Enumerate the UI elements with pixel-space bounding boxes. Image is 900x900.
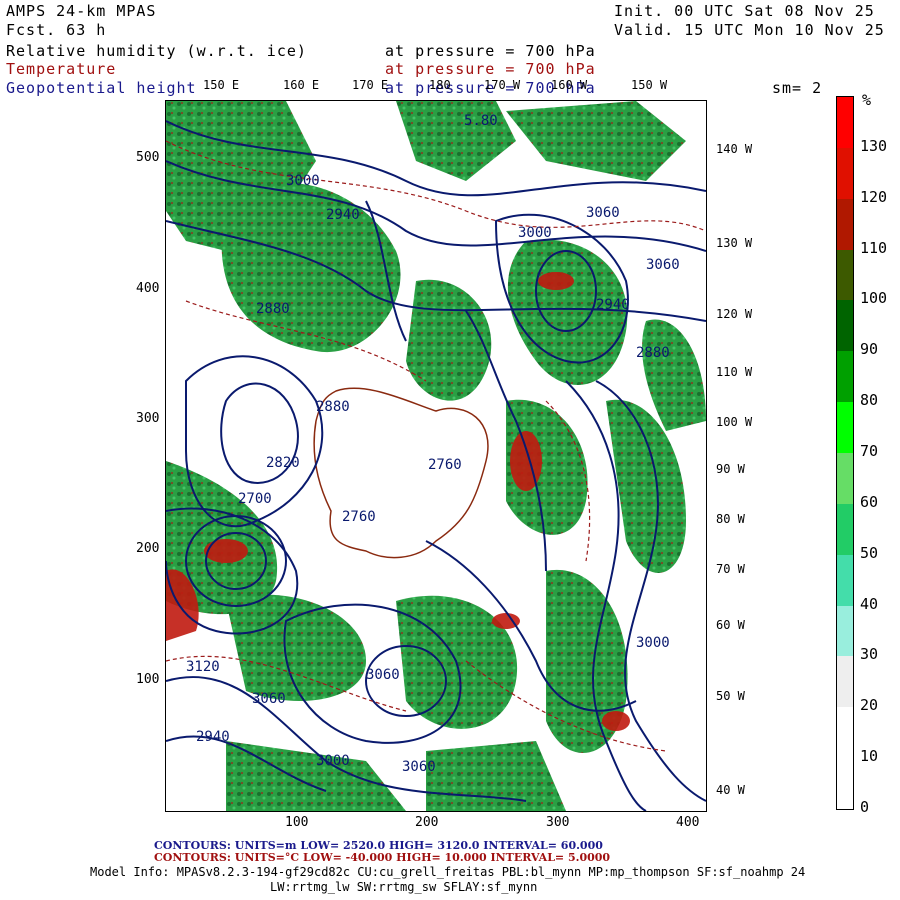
lon-label-right: 100 W: [716, 415, 753, 429]
colorbar-segment: [837, 249, 853, 301]
colorbar-segment: [837, 758, 853, 810]
colorbar-segment: [837, 300, 853, 352]
model-info-line1: Model Info: MPASv8.2.3-194-gf29cd82c CU:…: [90, 865, 806, 879]
y-tick-label: 400: [136, 281, 160, 296]
x-tick-label: 100: [285, 815, 309, 830]
height-label: 2700: [238, 491, 272, 507]
lon-label-right: 60 W: [716, 618, 745, 632]
y-tick-label: 100: [136, 672, 160, 687]
model-info-line2: LW:rrtmg_lw SW:rrtmg_sw SFLAY:sf_mynn: [270, 880, 538, 894]
colorbar-label: 10: [860, 747, 879, 766]
field-height-label: Geopotential height: [6, 79, 197, 97]
lon-label-top: 170 E: [352, 78, 389, 92]
lon-label-right: 140 W: [716, 142, 753, 156]
colorbar-segment: [837, 147, 853, 200]
height-label: 3000: [518, 225, 552, 241]
height-label: 5.80: [464, 113, 498, 129]
colorbar-segment: [837, 656, 853, 708]
y-tick-label: 300: [136, 411, 160, 426]
lon-label-right: 130 W: [716, 236, 753, 250]
colorbar-segment: [837, 402, 853, 454]
height-contour-info: CONTOURS: UNITS=m LOW= 2520.0 HIGH= 3120…: [154, 839, 603, 852]
model-title: AMPS 24-km MPAS: [6, 2, 157, 20]
colorbar-segment: [837, 554, 853, 607]
lon-label-right: 70 W: [716, 562, 745, 576]
height-label: 3000: [636, 635, 670, 651]
field-rh-label: Relative humidity (w.r.t. ice): [6, 42, 307, 60]
x-tick-label: 200: [415, 815, 439, 830]
height-label: 3060: [586, 205, 620, 221]
colorbar-label: 120: [860, 187, 888, 206]
field-temperature-label: Temperature: [6, 60, 117, 78]
weather-map[interactable]: 5.80 3000 2940 3060 2880 2760 2820 2700 …: [165, 100, 707, 812]
valid-time: Valid. 15 UTC Mon 10 Nov 25: [614, 21, 885, 39]
height-label: 2880: [256, 301, 290, 317]
pressure-label-rh: at pressure = 700 hPa: [385, 42, 596, 60]
lon-label-top: 170 W: [484, 78, 521, 92]
colorbar-segment: [837, 97, 853, 149]
height-label: 3000: [286, 173, 320, 189]
pressure-label-temperature: at pressure = 700 hPa: [385, 60, 596, 78]
x-tick-label: 300: [546, 815, 570, 830]
colorbar-segment: [837, 605, 853, 657]
temperature-contour-info: CONTOURS: UNITS=°C LOW= -40.000 HIGH= 10…: [154, 851, 611, 864]
init-time: Init. 00 UTC Sat 08 Nov 25: [614, 2, 875, 20]
lon-label-right: 50 W: [716, 689, 745, 703]
lon-label-top: 150 E: [203, 78, 240, 92]
colorbar-segment: [837, 198, 853, 251]
colorbar-segment: [837, 351, 853, 403]
height-label: 2820: [266, 455, 300, 471]
colorbar-label: 90: [860, 340, 879, 359]
lon-label-right: 80 W: [716, 512, 745, 526]
colorbar-label: 50: [860, 543, 879, 562]
colorbar-label: 100: [860, 289, 888, 308]
lon-label-top: 160 W: [551, 78, 588, 92]
colorbar-label: 60: [860, 492, 879, 511]
y-tick-label: 500: [136, 150, 160, 165]
colorbar-label: 20: [860, 696, 879, 715]
colorbar-label: 110: [860, 238, 888, 257]
colorbar-label: 70: [860, 442, 879, 460]
colorbar-unit: %: [862, 91, 873, 109]
colorbar-segment: [837, 707, 853, 759]
colorbar-label: 0: [860, 798, 870, 816]
colorbar-label: 40: [860, 594, 879, 613]
colorbar-label: 30: [860, 645, 879, 664]
height-label: 3060: [366, 667, 400, 683]
height-label: 3000: [316, 753, 350, 769]
lon-label-right: 90 W: [716, 462, 745, 476]
height-label: 3060: [402, 759, 436, 775]
colorbar-segment: [837, 503, 853, 556]
height-label: 2940: [196, 729, 230, 745]
height-label: 2880: [316, 399, 350, 415]
forecast-hour: Fcst. 63 h: [6, 21, 107, 39]
lon-label-right: 40 W: [716, 783, 745, 797]
smoothing-label: sm= 2: [772, 79, 823, 97]
colorbar-label: 130: [860, 136, 888, 155]
height-label: 2940: [596, 297, 630, 313]
height-label: 2940: [326, 207, 360, 223]
height-label: 2880: [636, 345, 670, 361]
lon-label-top: 150 W: [631, 78, 668, 92]
y-tick-label: 200: [136, 541, 160, 556]
colorbar-segment: [837, 453, 853, 505]
x-tick-label: 400: [676, 815, 700, 830]
lon-label-top: 180: [429, 78, 451, 92]
colorbar-label: 80: [860, 391, 879, 410]
height-label: 3060: [252, 691, 286, 707]
colorbar: [836, 96, 854, 810]
height-label: 3060: [646, 257, 680, 273]
height-label: 2760: [342, 509, 376, 525]
map-canvas: 5.80 3000 2940 3060 2880 2760 2820 2700 …: [166, 101, 706, 811]
height-label: 3120: [186, 659, 220, 675]
lon-label-top: 160 E: [283, 78, 320, 92]
lon-label-right: 110 W: [716, 365, 753, 379]
height-label: 2760: [428, 457, 462, 473]
lon-label-right: 120 W: [716, 307, 753, 321]
